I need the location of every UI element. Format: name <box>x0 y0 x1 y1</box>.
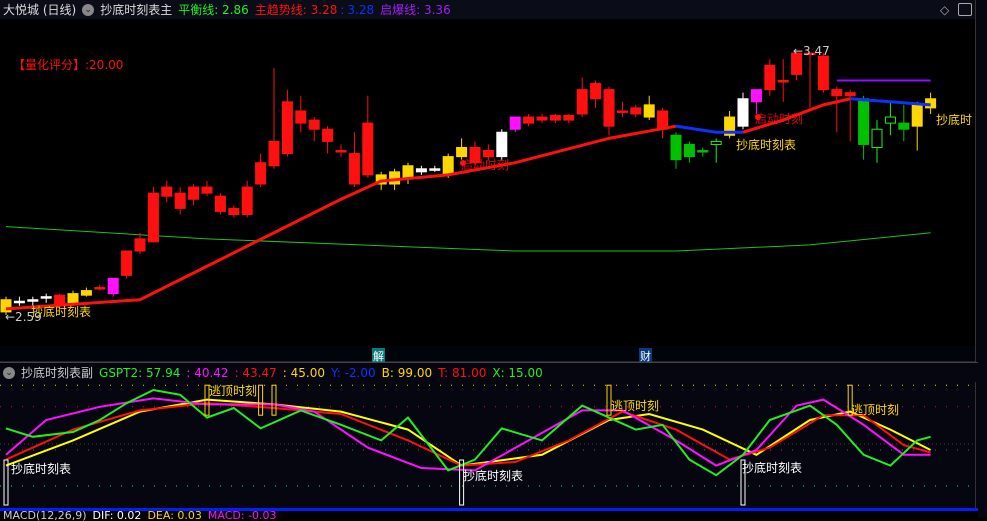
candle <box>335 150 347 153</box>
candle <box>281 101 293 155</box>
candle <box>710 140 722 145</box>
candle <box>362 122 374 176</box>
candle <box>898 122 910 130</box>
candle <box>563 115 575 121</box>
candle <box>616 110 628 113</box>
value-3: : 43.47 <box>234 365 277 380</box>
candle <box>429 168 441 171</box>
candle <box>817 55 829 91</box>
sub-buy-label: 抄底时刻表 <box>742 461 803 475</box>
candle <box>67 293 79 304</box>
candle <box>174 192 186 209</box>
candle <box>415 168 427 173</box>
candle <box>737 98 749 127</box>
candle <box>670 134 682 161</box>
candle <box>777 79 789 83</box>
start-signal-label: 启动时刻 <box>755 112 804 126</box>
candle <box>523 116 535 124</box>
candle <box>228 207 240 215</box>
candle <box>402 165 414 179</box>
candle <box>241 186 253 215</box>
candle <box>94 287 106 290</box>
candle <box>201 186 213 194</box>
dea-value: DEA: 0.03 <box>147 509 202 521</box>
candle <box>255 162 267 185</box>
candle <box>590 83 602 100</box>
candle <box>764 64 776 91</box>
dif-value: DIF: 0.02 <box>92 509 142 521</box>
sub-buy-label: 抄底时刻表 <box>11 462 72 476</box>
score-label: 【量化评分】:20.00 <box>13 58 124 72</box>
candle <box>134 238 146 252</box>
price-chart <box>0 52 975 506</box>
macd-header: MACD(12,26,9) DIF: 0.02 DEA: 0.03 MACD: … <box>0 508 978 521</box>
candle <box>389 171 401 185</box>
candle <box>496 131 508 158</box>
candle <box>536 116 548 121</box>
candle <box>844 92 856 97</box>
sub-buy-label: 抄底时刻表 <box>463 469 524 483</box>
candle <box>630 107 642 115</box>
candle <box>697 150 709 153</box>
candle <box>161 186 173 197</box>
macd-title[interactable]: MACD(12,26,9) <box>3 511 87 521</box>
candle <box>683 143 695 158</box>
candle <box>40 296 52 299</box>
macd-value: MACD: -0.03 <box>207 509 277 521</box>
candle <box>147 192 159 243</box>
candle <box>509 116 521 130</box>
sub-top-label: 逃顶时刻 <box>209 384 258 398</box>
b-value: B: 99.00 <box>381 365 433 380</box>
candle <box>13 300 25 304</box>
candle <box>831 89 843 97</box>
candle <box>322 128 334 142</box>
candle <box>871 128 883 148</box>
sub-top-label: 逃顶时刻 <box>611 399 660 413</box>
sub-top-label: 逃顶时刻 <box>851 403 900 417</box>
candle <box>295 110 307 124</box>
candle <box>121 250 133 276</box>
candle <box>80 290 92 296</box>
buy-signal-label: 抄底时 <box>936 113 973 127</box>
y-value: Y: -2.00 <box>331 365 376 380</box>
buy-signal-label: 抄底时刻表 <box>31 305 92 319</box>
candle <box>911 104 923 127</box>
candle <box>268 140 280 167</box>
t-value: T: 81.00 <box>438 365 487 380</box>
top-marker <box>258 384 264 416</box>
candle <box>442 156 454 176</box>
value-2: : 40.42 <box>186 365 229 380</box>
gspt-value: GSPT2: 57.94 <box>99 365 181 380</box>
high-price-label: ←3.47 <box>793 44 830 58</box>
value-4: : 45.00 <box>282 365 325 380</box>
chevron-down-icon[interactable]: ⌄ <box>3 366 15 379</box>
candle <box>858 98 870 145</box>
candle <box>750 89 762 103</box>
start-signal-label: 启动时刻 <box>461 158 510 172</box>
sub-indicator-name[interactable]: 抄底时刻表副 <box>21 364 93 381</box>
buy-signal-label: 抄底时刻表 <box>736 138 797 152</box>
candle <box>576 89 588 115</box>
candle <box>549 115 561 121</box>
top-marker <box>271 384 277 416</box>
candle <box>884 116 896 124</box>
sub-indicator-header: ⌄ 抄底时刻表副 GSPT2: 57.94 : 40.42 : 43.47 : … <box>0 362 978 382</box>
x-value: X: 15.00 <box>492 365 543 380</box>
candle <box>348 153 360 185</box>
candle <box>308 119 320 130</box>
candle <box>603 89 615 127</box>
candle <box>214 195 226 212</box>
buy-marker <box>3 459 9 506</box>
price-axis <box>975 0 987 518</box>
candle <box>643 104 655 118</box>
candle <box>188 186 200 200</box>
candle <box>107 277 119 295</box>
candle <box>27 299 39 302</box>
